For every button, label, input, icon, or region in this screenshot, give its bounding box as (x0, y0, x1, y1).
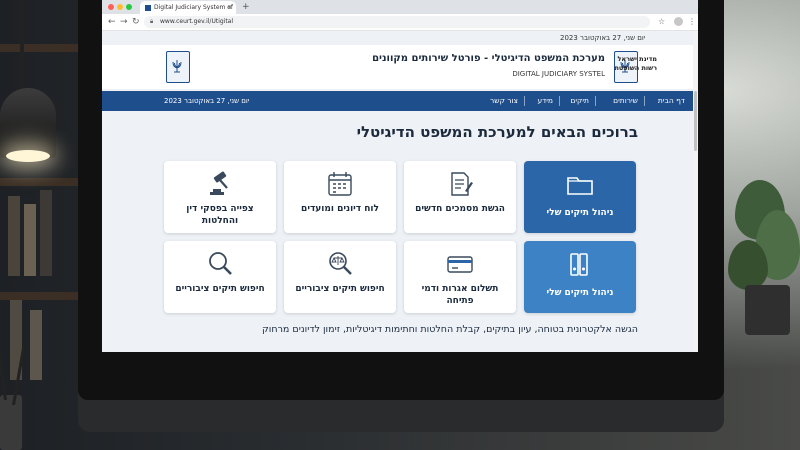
book (24, 204, 36, 276)
browser-menu-icon[interactable]: ⋮ (688, 16, 696, 28)
calendar-icon (328, 172, 352, 196)
bookshelf (0, 178, 90, 186)
browser-window: Digital Judiciary System of × + ← → ↻ 🔒︎… (102, 0, 698, 352)
browser-tab[interactable]: Digital Judiciary System of × (140, 1, 236, 14)
lamp-light (6, 150, 50, 162)
site-favicon-icon (145, 4, 151, 11)
folder-icon (567, 177, 593, 195)
card-pay-fees[interactable]: תשלום אגרות ודמי פתיחה (404, 241, 516, 313)
url-text: www.ceurt.gev.il/Utigital (160, 18, 234, 25)
browser-toolbar: ← → ↻ 🔒︎ www.ceurt.gev.il/Utigital ☆ ⋮ (102, 14, 698, 31)
close-window-button[interactable] (108, 4, 114, 10)
state-label: מדינת ישראל רשות השופטת (614, 55, 657, 73)
lock-icon: 🔒︎ (150, 18, 154, 25)
book (40, 190, 52, 276)
card-label: הגשת מסמכים חדשים (415, 204, 505, 214)
state-name: מדינת ישראל (617, 55, 657, 63)
card-my-cases-secondary[interactable]: ניהול תיקים שלי (524, 241, 636, 313)
binders-icon (570, 253, 588, 276)
welcome-heading: ברוכים הבאים למערכת המשפט הדיגיטלי (356, 123, 638, 141)
main-nav: דף הבית שירותים תיקים מידע צור קשר יום ש… (102, 91, 693, 111)
minimize-window-button[interactable] (117, 4, 123, 10)
nav-contact[interactable]: צור קשר (490, 91, 518, 111)
bookshelf (0, 292, 90, 300)
lamp-arm (20, 0, 24, 90)
page-scrollbar[interactable] (693, 31, 698, 352)
card-label: תשלום אגרות ודמי פתיחה (421, 284, 499, 306)
scrollbar-thumb[interactable] (694, 91, 697, 151)
nav-divider (524, 96, 525, 106)
card-submit-documents[interactable]: הגשת מסמכים חדשים (404, 161, 516, 233)
nav-home[interactable]: דף הבית (658, 91, 685, 111)
tab-bar: Digital Judiciary System of × + (102, 0, 698, 14)
book (30, 310, 42, 380)
nav-date: יום שני, 27 באוקטובר 2023 (164, 97, 250, 105)
card-search-public-cases[interactable]: חיפוש תיקים ציבוריים (164, 241, 276, 313)
card-label: ניהול תיקים שלי (546, 208, 614, 218)
site-title: מערכת המשפט הדיגיטלי - פורטל שירותים מקו… (372, 53, 605, 64)
search-icon (209, 252, 232, 275)
maximize-window-button[interactable] (126, 4, 132, 10)
address-bar[interactable]: 🔒︎ www.ceurt.gev.il/Utigital (144, 16, 650, 28)
card-label: חיפוש תיקים ציבוריים (295, 284, 385, 294)
bookshelf (0, 44, 90, 52)
pencil-cup (0, 395, 22, 450)
gavel-icon (210, 171, 228, 195)
plant-pot (745, 285, 790, 335)
top-date: יום שני, 27 באוקטובר 2023 (560, 34, 646, 42)
page-content: יום שני, 27 באוקטובר 2023 מדינת ישראל רש… (102, 31, 698, 352)
features-summary: הגשה אלקטרונית בטוחה, עיון בתיקים, קבלת … (262, 324, 638, 335)
site-header: מדינת ישראל רשות השופטת מערכת המשפט הדיג… (102, 45, 693, 89)
search-scales-icon (329, 252, 352, 275)
card-label: לוח דיונים ומועדים (301, 204, 379, 214)
card-label: חיפוש תיקים ציבוריים (175, 284, 265, 294)
back-button[interactable]: ← (108, 15, 116, 29)
bookmark-star-icon[interactable]: ☆ (658, 16, 665, 28)
desk-lamp (0, 88, 56, 158)
nav-divider (644, 96, 645, 106)
card-search-public-cases-scales[interactable]: חיפוש תיקים ציבוריים (284, 241, 396, 313)
nav-divider (559, 96, 560, 106)
state-emblem-left-icon (166, 51, 190, 83)
forward-button[interactable]: → (120, 15, 128, 29)
card-view-rulings[interactable]: צפייה בפסקי דין והחלטות (164, 161, 276, 233)
reload-button[interactable]: ↻ (132, 15, 140, 29)
judiciary-name: רשות השופטת (614, 64, 657, 72)
document-pen-icon (451, 172, 473, 196)
new-tab-button[interactable]: + (242, 0, 250, 14)
credit-card-icon (447, 256, 473, 273)
card-label: צפייה בפסקי דין והחלטות (186, 204, 254, 226)
tab-title: Digital Judiciary System of (154, 4, 234, 11)
nav-services[interactable]: שירותים (613, 91, 638, 111)
card-label: ניהול תיקים שלי (546, 288, 614, 298)
book (8, 196, 20, 276)
site-subtitle: DIGITAL JUDICIARY SYSTEL (512, 70, 605, 78)
nav-divider (595, 96, 596, 106)
nav-cases[interactable]: תיקים (570, 91, 589, 111)
close-tab-icon[interactable]: × (227, 1, 232, 14)
nav-info[interactable]: מידע (537, 91, 553, 111)
profile-avatar[interactable] (674, 17, 683, 26)
card-my-cases[interactable]: ניהול תיקים שלי (524, 161, 636, 233)
card-hearings-calendar[interactable]: לוח דיונים ומועדים (284, 161, 396, 233)
